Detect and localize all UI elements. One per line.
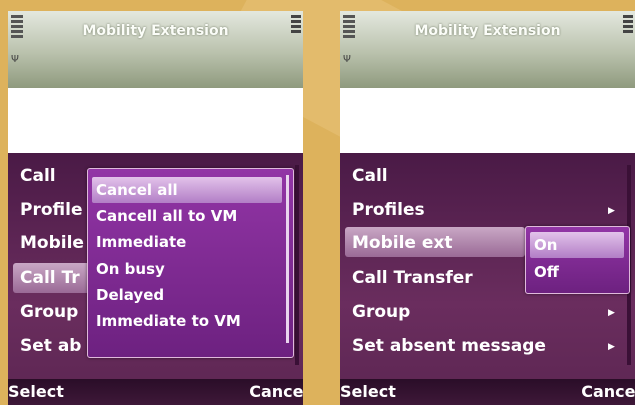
submenu-arrow-icon: ▶ <box>608 308 615 318</box>
status-bar: Ψ Mobility Extension <box>8 11 303 88</box>
menu-item-call-transfer[interactable]: Call Transfer <box>352 265 473 291</box>
menu-item-set-absent[interactable]: Set ab <box>20 333 81 359</box>
menu-item-group[interactable]: Group <box>352 299 410 325</box>
status-bar: Ψ Mobility Extension <box>340 11 635 88</box>
select-softkey[interactable]: Select <box>340 382 396 401</box>
scrollbar[interactable] <box>295 165 299 365</box>
cancel-softkey[interactable]: Cancel <box>249 382 303 401</box>
menu-item-call-transfer[interactable]: Call Tr <box>20 265 80 291</box>
option-cancel-all[interactable]: Cancel all <box>96 178 178 202</box>
option-cancel-all-to-vm[interactable]: Cancell all to VM <box>96 204 237 228</box>
antenna-icon: Ψ <box>11 54 19 65</box>
main-menu: Call Profile Mobile Call Tr Group Set ab… <box>8 153 303 405</box>
option-immediate-to-vm[interactable]: Immediate to VM <box>96 309 241 333</box>
option-delayed[interactable]: Delayed <box>96 283 164 307</box>
menu-item-group[interactable]: Group <box>20 299 78 325</box>
submenu-arrow-icon: ▶ <box>608 206 615 216</box>
option-off[interactable]: Off <box>534 260 559 284</box>
menu-item-mobile-ext[interactable]: Mobile <box>20 230 84 256</box>
content-area <box>340 88 635 153</box>
battery-icon <box>291 15 301 35</box>
app-title: Mobility Extension <box>82 23 229 39</box>
call-transfer-popup: Cancel all Cancell all to VM Immediate O… <box>87 168 294 358</box>
phone-screen-right: Ψ Mobility Extension Call Profiles ▶ Mob… <box>340 11 635 405</box>
softkey-bar: Select Cancel <box>340 379 635 405</box>
content-area <box>8 88 303 153</box>
menu-item-profiles[interactable]: Profiles <box>352 197 425 223</box>
menu-item-profiles[interactable]: Profile <box>20 197 82 223</box>
option-immediate[interactable]: Immediate <box>96 230 186 254</box>
popup-scrollbar[interactable] <box>286 175 289 343</box>
option-on-busy[interactable]: On busy <box>96 257 165 281</box>
submenu-arrow-icon: ▶ <box>608 342 615 352</box>
select-softkey[interactable]: Select <box>8 382 64 401</box>
app-title: Mobility Extension <box>414 23 561 39</box>
mobile-ext-popup: On Off <box>525 226 630 294</box>
menu-item-set-absent[interactable]: Set absent message <box>352 333 546 359</box>
menu-item-call[interactable]: Call <box>20 163 56 189</box>
menu-item-mobile-ext[interactable]: Mobile ext <box>352 230 453 256</box>
phone-screen-left: Ψ Mobility Extension Call Profile Mobile… <box>8 11 303 405</box>
menu-item-call[interactable]: Call <box>352 163 388 189</box>
main-menu: Call Profiles ▶ Mobile ext Call Transfer… <box>340 153 635 405</box>
softkey-bar: Select Cancel <box>8 379 303 405</box>
battery-icon <box>623 15 633 35</box>
cancel-softkey[interactable]: Cancel <box>581 382 635 401</box>
antenna-icon: Ψ <box>343 54 351 65</box>
option-on[interactable]: On <box>534 233 557 257</box>
